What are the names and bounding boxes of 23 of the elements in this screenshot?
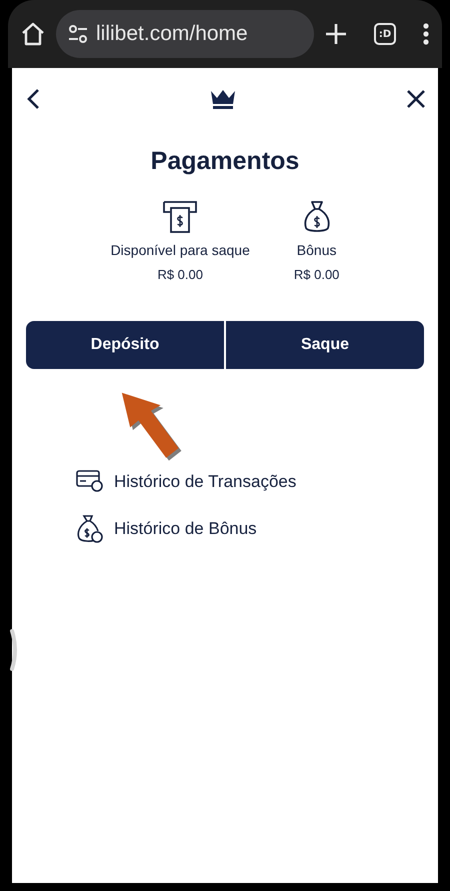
money-bag-icon — [302, 200, 332, 234]
bonus-history-icon — [76, 514, 104, 544]
menu-icon[interactable] — [422, 22, 430, 46]
deposit-button[interactable]: Depósito — [26, 320, 224, 368]
cash-machine-icon — [162, 200, 198, 234]
page-title: Pagamentos — [150, 146, 300, 176]
balance-amount: R$ 0.00 — [157, 266, 203, 284]
card-history-icon — [76, 469, 104, 494]
close-icon[interactable] — [406, 89, 426, 109]
url-text: lilibet.com/home — [96, 21, 248, 48]
crown-icon — [210, 88, 236, 110]
history-link[interactable]: Histórico de Bônus — [114, 516, 257, 542]
site-settings-icon[interactable] — [68, 25, 88, 43]
back-icon[interactable] — [26, 88, 40, 110]
balance-label: Disponível para saque — [110, 241, 250, 260]
home-icon[interactable] — [20, 21, 46, 47]
history-link[interactable]: Histórico de Transações — [114, 468, 296, 494]
balance-label: Bônus — [296, 241, 336, 260]
withdraw-button[interactable]: Saque — [226, 320, 424, 368]
tab-switcher[interactable]: :D — [374, 23, 396, 45]
balance-amount: R$ 0.00 — [294, 266, 340, 284]
new-tab-icon[interactable] — [324, 22, 348, 46]
address-bar[interactable]: lilibet.com/home — [56, 10, 314, 58]
